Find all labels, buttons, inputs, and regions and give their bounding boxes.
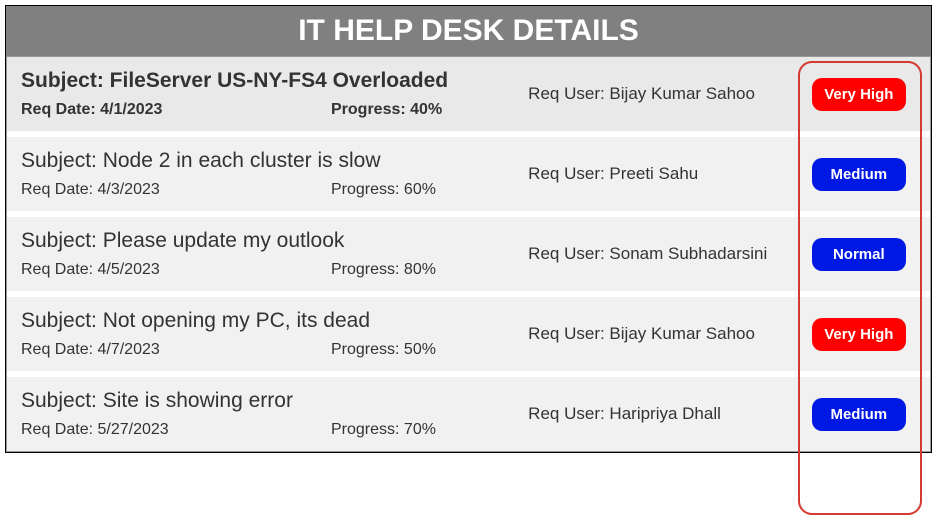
ticket-priority-cell: Medium	[802, 398, 916, 431]
ticket-req-user: Req User: Preeti Sahu	[528, 164, 801, 184]
ticket-priority-cell: Normal	[802, 238, 916, 271]
ticket-progress: Progress: 50%	[331, 341, 436, 359]
ticket-req-date: Req Date: 5/27/2023	[21, 421, 331, 439]
ticket-req-date: Req Date: 4/3/2023	[21, 181, 331, 199]
ticket-meta: Req Date: 4/3/2023Progress: 60%	[21, 181, 528, 199]
priority-button[interactable]: Medium	[812, 158, 906, 191]
ticket-meta: Req Date: 5/27/2023Progress: 70%	[21, 421, 528, 439]
tickets-wrapper: Subject: FileServer US-NY-FS4 Overloaded…	[6, 56, 931, 452]
ticket-row[interactable]: Subject: FileServer US-NY-FS4 Overloaded…	[7, 57, 930, 137]
ticket-progress: Progress: 40%	[331, 101, 442, 119]
ticket-req-date: Req Date: 4/1/2023	[21, 101, 331, 119]
ticket-subject: Subject: Please update my outlook	[21, 229, 528, 253]
ticket-subject: Subject: FileServer US-NY-FS4 Overloaded	[21, 69, 528, 93]
ticket-req-user: Req User: Sonam Subhadarsini	[528, 244, 801, 264]
priority-button[interactable]: Very High	[812, 318, 906, 351]
ticket-meta: Req Date: 4/1/2023Progress: 40%	[21, 101, 528, 119]
ticket-left: Subject: Site is showing error Req Date: …	[21, 389, 528, 439]
ticket-left: Subject: FileServer US-NY-FS4 Overloaded…	[21, 69, 528, 119]
ticket-req-date: Req Date: 4/5/2023	[21, 261, 331, 279]
ticket-req-user: Req User: Bijay Kumar Sahoo	[528, 84, 801, 104]
ticket-subject: Subject: Node 2 in each cluster is slow	[21, 149, 528, 173]
ticket-progress: Progress: 70%	[331, 421, 436, 439]
ticket-progress: Progress: 80%	[331, 261, 436, 279]
priority-button[interactable]: Normal	[812, 238, 906, 271]
ticket-subject: Subject: Not opening my PC, its dead	[21, 309, 528, 333]
ticket-subject: Subject: Site is showing error	[21, 389, 528, 413]
ticket-meta: Req Date: 4/5/2023Progress: 80%	[21, 261, 528, 279]
tickets-list: Subject: FileServer US-NY-FS4 Overloaded…	[7, 57, 930, 451]
ticket-req-user: Req User: Bijay Kumar Sahoo	[528, 324, 801, 344]
ticket-priority-cell: Medium	[802, 158, 916, 191]
priority-button[interactable]: Medium	[812, 398, 906, 431]
ticket-row[interactable]: Subject: Please update my outlook Req Dat…	[7, 217, 930, 297]
ticket-req-user: Req User: Haripriya Dhall	[528, 404, 801, 424]
ticket-meta: Req Date: 4/7/2023Progress: 50%	[21, 341, 528, 359]
ticket-left: Subject: Not opening my PC, its dead Req …	[21, 309, 528, 359]
app-container: IT HELP DESK DETAILS Subject: FileServer…	[5, 5, 932, 453]
ticket-priority-cell: Very High	[802, 78, 916, 111]
ticket-row[interactable]: Subject: Site is showing error Req Date: …	[7, 377, 930, 451]
ticket-row[interactable]: Subject: Node 2 in each cluster is slowR…	[7, 137, 930, 217]
ticket-row[interactable]: Subject: Not opening my PC, its deadReq …	[7, 297, 930, 377]
ticket-left: Subject: Node 2 in each cluster is slow R…	[21, 149, 528, 199]
ticket-req-date: Req Date: 4/7/2023	[21, 341, 331, 359]
priority-button[interactable]: Very High	[812, 78, 906, 111]
page-title: IT HELP DESK DETAILS	[6, 6, 931, 56]
ticket-priority-cell: Very High	[802, 318, 916, 351]
ticket-left: Subject: Please update my outlook Req Dat…	[21, 229, 528, 279]
ticket-progress: Progress: 60%	[331, 181, 436, 199]
